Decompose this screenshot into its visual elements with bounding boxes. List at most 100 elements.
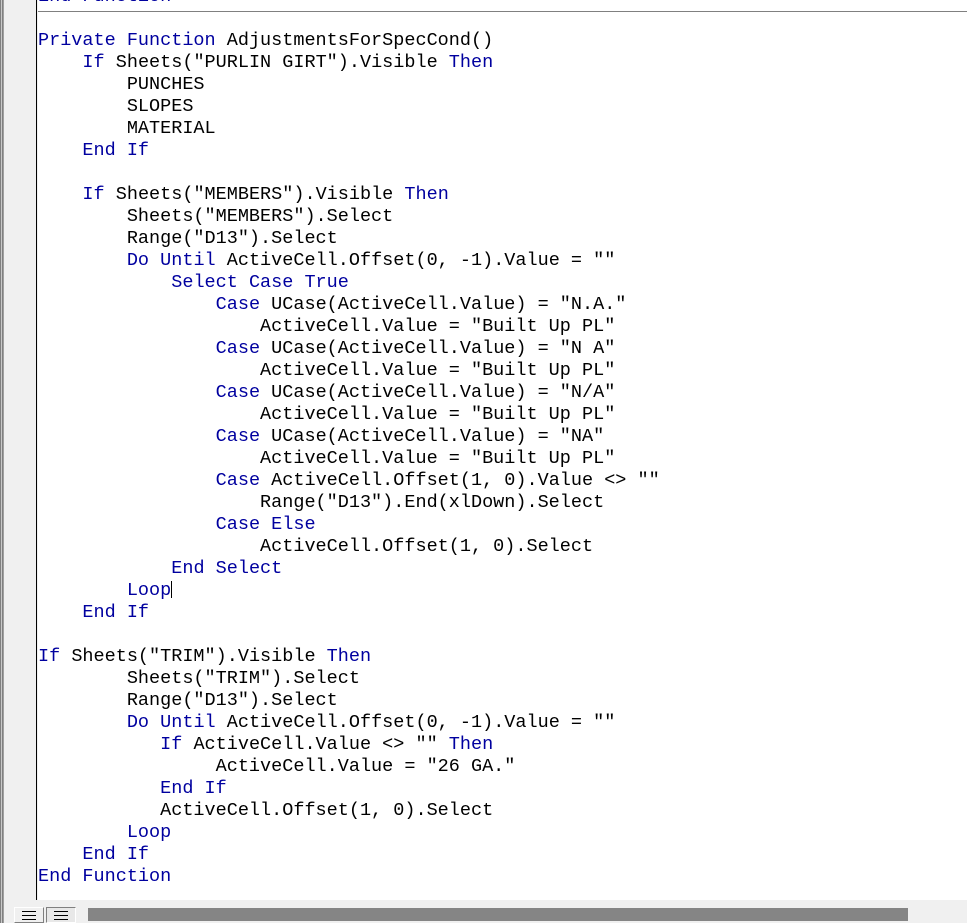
code-line: Case UCase(ActiveCell.Value) = "N.A." [38, 294, 967, 316]
code-line: End If [38, 140, 967, 162]
code-keyword: End Function [38, 0, 171, 7]
code-keyword: If [160, 734, 194, 755]
code-text: ActiveCell.Offset(1, 0).Select [38, 536, 594, 557]
code-line: Case UCase(ActiveCell.Value) = "NA" [38, 426, 967, 448]
code-line: If Sheets("TRIM").Visible Then [38, 646, 967, 668]
code-line: ActiveCell.Offset(1, 0).Select [38, 800, 967, 822]
code-line: Do Until ActiveCell.Offset(0, -1).Value … [38, 712, 967, 734]
code-text: Sheets("TRIM").Visible [71, 646, 327, 667]
code-line: Loop [38, 580, 967, 602]
code-text: UCase(ActiveCell.Value) = "N A" [271, 338, 616, 359]
code-text: ActiveCell.Value <> "" [193, 734, 449, 755]
code-line: Range("D13").Select [38, 690, 967, 712]
code-text: MATERIAL [38, 118, 216, 139]
code-keyword: End If [82, 140, 150, 161]
code-line: ActiveCell.Value = "Built Up PL" [38, 404, 967, 426]
code-text: ActiveCell.Offset(0, -1).Value = "" [226, 712, 616, 733]
code-line: End Select [38, 558, 967, 580]
code-line: ActiveCell.Offset(1, 0).Select [38, 536, 967, 558]
code-line: End If [38, 602, 967, 624]
code-keyword: Case [215, 426, 272, 447]
code-line: End If [38, 844, 967, 866]
code-line: Range("D13").Select [38, 228, 967, 250]
code-text: PUNCHES [38, 74, 205, 95]
code-text: ActiveCell.Value = "Built Up PL" [38, 360, 616, 381]
code-line: MATERIAL [38, 118, 967, 140]
code-keyword: End Function [38, 866, 172, 887]
vba-code-editor-window: End Function Private Function Adjustment… [0, 0, 967, 923]
horizontal-scroll-thumb[interactable] [88, 908, 908, 921]
code-keyword: Do Until [126, 250, 227, 271]
code-line: Case UCase(ActiveCell.Value) = "N/A" [38, 382, 967, 404]
code-line: End Function [38, 866, 967, 888]
code-lines-container: End Function Private Function Adjustment… [38, 0, 967, 888]
code-line: Range("D13").End(xlDown).Select [38, 492, 967, 514]
code-line: Private Function AdjustmentsForSpecCond(… [38, 30, 967, 52]
code-line: If Sheets("PURLIN GIRT").Visible Then [38, 52, 967, 74]
code-keyword: End If [160, 778, 227, 799]
code-line: ActiveCell.Value = "Built Up PL" [38, 448, 967, 470]
horizontal-scrollbar[interactable] [80, 907, 967, 923]
code-line: ActiveCell.Value = "Built Up PL" [38, 316, 967, 338]
code-text: Sheets("MEMBERS").Select [38, 206, 394, 227]
code-line: ActiveCell.Value = "26 GA." [38, 756, 967, 778]
full-module-view-button[interactable] [46, 907, 76, 923]
code-text: Range("D13").Select [38, 690, 338, 711]
code-keyword: Case [215, 382, 272, 403]
code-keyword: End If [82, 602, 150, 623]
code-keyword: Case [215, 470, 272, 491]
procedure-view-button[interactable] [14, 907, 44, 923]
code-keyword: End If [82, 844, 150, 865]
window-frame-edge [3, 900, 4, 923]
code-text-area[interactable]: End Function Private Function Adjustment… [38, 0, 967, 900]
code-keyword: Then [404, 184, 449, 205]
code-keyword: Case [215, 338, 272, 359]
margin-indicator-bar[interactable] [4, 0, 37, 900]
code-keyword: Do Until [126, 712, 227, 733]
code-text: Sheets("MEMBERS").Visible [115, 184, 405, 205]
code-line: Sheets("TRIM").Select [38, 668, 967, 690]
code-text: SLOPES [38, 96, 194, 117]
code-line: Case UCase(ActiveCell.Value) = "N A" [38, 338, 967, 360]
code-text: ActiveCell.Value = "Built Up PL" [38, 448, 616, 469]
code-text: ActiveCell.Value = "26 GA." [38, 756, 516, 777]
code-keyword: Case Else [215, 514, 316, 535]
code-line: End Function [38, 0, 967, 8]
code-line: Case ActiveCell.Offset(1, 0).Value <> "" [38, 470, 967, 492]
code-line: If Sheets("MEMBERS").Visible Then [38, 184, 967, 206]
code-text: ActiveCell.Offset(1, 0).Select [38, 800, 494, 821]
code-text: Sheets("PURLIN GIRT").Visible [115, 52, 449, 73]
code-keyword: Private Function [38, 30, 227, 51]
code-text: Range("D13").Select [38, 228, 338, 249]
code-text: ActiveCell.Offset(1, 0).Value <> "" [271, 470, 660, 491]
code-keyword: If [38, 646, 72, 667]
code-keyword: Select Case True [171, 272, 349, 293]
code-line: ActiveCell.Value = "Built Up PL" [38, 360, 967, 382]
code-text: AdjustmentsForSpecCond() [226, 30, 494, 51]
code-text: UCase(ActiveCell.Value) = "N.A." [271, 294, 627, 315]
lines-icon [22, 910, 36, 920]
code-keyword: End Select [171, 558, 283, 579]
code-line: PUNCHES [38, 74, 967, 96]
code-keyword: Then [448, 52, 494, 73]
code-text: UCase(ActiveCell.Value) = "N/A" [271, 382, 616, 403]
code-line: Select Case True [38, 272, 967, 294]
code-keyword: If [82, 52, 116, 73]
code-keyword: Loop [126, 580, 172, 601]
